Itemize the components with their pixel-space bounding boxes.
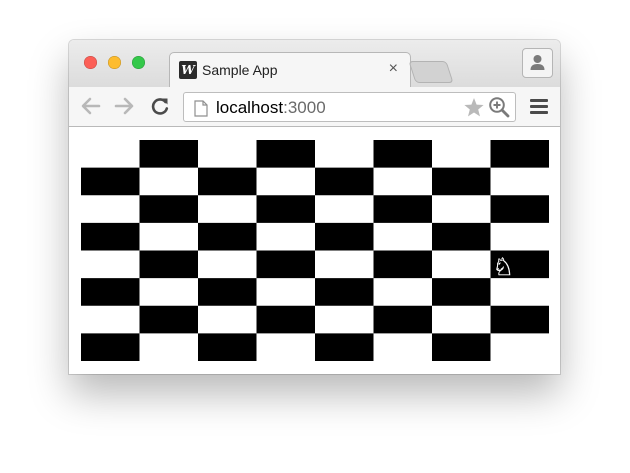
board-square[interactable] [139, 305, 199, 334]
board-square[interactable] [373, 333, 433, 361]
address-bar[interactable]: localhost:3000 [183, 92, 516, 122]
profile-button[interactable] [522, 48, 553, 78]
board-square[interactable] [256, 222, 316, 251]
board-square[interactable] [198, 222, 257, 251]
chess-board: ♘ [81, 140, 549, 361]
browser-window: W Sample App × localhost:3000 ♘ [69, 40, 560, 374]
board-square[interactable] [139, 195, 199, 224]
board-square[interactable] [432, 278, 491, 307]
browser-toolbar: localhost:3000 [69, 87, 560, 127]
board-square[interactable] [81, 195, 140, 224]
person-icon [530, 55, 545, 70]
board-square[interactable] [198, 167, 257, 196]
board-square[interactable] [81, 250, 140, 279]
page-content: ♘ [69, 127, 560, 374]
hamburger-menu-button[interactable] [528, 95, 550, 117]
tab-sample-app[interactable]: W Sample App × [169, 52, 411, 87]
title-bar: W Sample App × [69, 40, 560, 87]
board-square[interactable] [81, 167, 140, 196]
board-square[interactable] [432, 333, 491, 361]
board-square[interactable] [490, 305, 550, 334]
board-square[interactable] [81, 140, 140, 169]
board-square[interactable] [139, 333, 199, 361]
board-square[interactable] [373, 195, 433, 224]
board-square[interactable] [139, 167, 199, 196]
board-square[interactable] [373, 250, 433, 279]
maximize-window-button[interactable] [132, 56, 145, 69]
back-button[interactable] [79, 95, 103, 117]
board-square[interactable] [198, 333, 257, 361]
board-square[interactable] [490, 278, 550, 307]
minimize-window-button[interactable] [108, 56, 121, 69]
board-square[interactable] [139, 278, 199, 307]
board-square[interactable] [198, 305, 257, 334]
board-square[interactable] [373, 305, 433, 334]
board-square[interactable] [315, 305, 374, 334]
new-tab-button[interactable] [408, 61, 454, 83]
board-square[interactable] [373, 222, 433, 251]
board-square[interactable] [198, 195, 257, 224]
tab-close-icon[interactable]: × [389, 60, 398, 78]
board-square[interactable] [81, 222, 140, 251]
board-square[interactable] [81, 305, 140, 334]
board-square[interactable] [256, 195, 316, 224]
board-square[interactable] [373, 140, 433, 169]
board-square[interactable] [490, 333, 550, 361]
board-square[interactable] [315, 333, 374, 361]
board-square[interactable] [256, 278, 316, 307]
white-knight-icon[interactable]: ♘ [492, 253, 515, 282]
board-square[interactable] [490, 140, 550, 169]
board-square[interactable] [315, 222, 374, 251]
board-square[interactable] [256, 250, 316, 279]
board-square[interactable] [315, 278, 374, 307]
zoom-in-icon[interactable] [488, 96, 510, 118]
board-square[interactable] [198, 278, 257, 307]
bookmark-star-icon[interactable] [463, 97, 485, 118]
board-square[interactable] [432, 167, 491, 196]
board-square[interactable] [256, 333, 316, 361]
board-square[interactable] [432, 195, 491, 224]
reload-button[interactable] [149, 95, 171, 117]
board-square[interactable] [198, 140, 257, 169]
board-square[interactable] [256, 140, 316, 169]
board-square[interactable] [432, 250, 491, 279]
board-square[interactable] [315, 167, 374, 196]
board-square[interactable] [81, 278, 140, 307]
board-square[interactable] [315, 140, 374, 169]
board-square[interactable] [432, 222, 491, 251]
board-square[interactable] [373, 167, 433, 196]
board-square[interactable] [256, 305, 316, 334]
board-square[interactable] [198, 250, 257, 279]
board-square[interactable] [490, 222, 550, 251]
board-square[interactable] [490, 167, 550, 196]
board-square[interactable] [315, 195, 374, 224]
board-square[interactable] [373, 278, 433, 307]
tab-title: Sample App [202, 62, 278, 78]
board-square[interactable] [432, 140, 491, 169]
board-square[interactable] [139, 250, 199, 279]
board-square[interactable] [139, 140, 199, 169]
board-square[interactable] [139, 222, 199, 251]
board-square[interactable] [490, 195, 550, 224]
close-window-button[interactable] [84, 56, 97, 69]
forward-button[interactable] [112, 95, 136, 117]
page-icon [194, 100, 208, 117]
app-favicon-icon: W [179, 61, 197, 79]
board-square[interactable] [315, 250, 374, 279]
url-port: :3000 [283, 98, 326, 117]
board-square[interactable] [81, 333, 140, 361]
board-square[interactable] [432, 305, 491, 334]
board-square[interactable] [256, 167, 316, 196]
url-host: localhost [216, 98, 284, 117]
url-text[interactable]: localhost:3000 [216, 98, 326, 118]
